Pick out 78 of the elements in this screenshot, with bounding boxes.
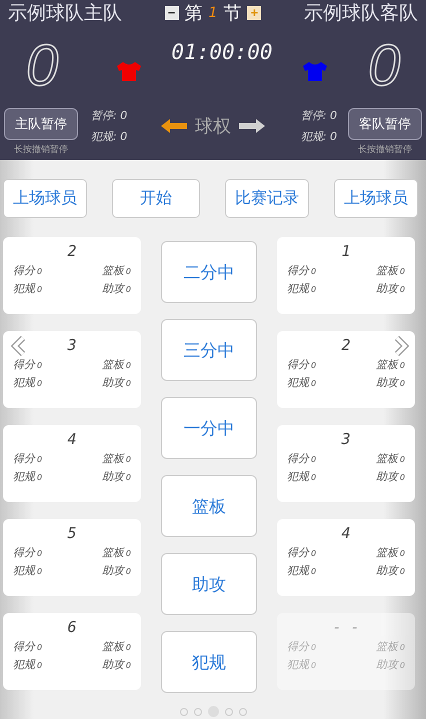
game-clock: 01:00:00 [170,40,274,64]
stat-text: 得分 0 [287,545,318,560]
right-arrow-icon[interactable] [239,119,265,133]
possession-label: 球权 [195,115,231,138]
stat-text: 犯规 0 [287,469,318,484]
stat-text: 犯规 0 [13,281,44,296]
stat-text: 犯规 0 [13,657,44,672]
action-button[interactable]: 三分中 [161,319,257,381]
jersey-number: 3 [341,430,351,450]
stat-text: 暂停: 0 [91,108,128,123]
stat-text: 篮板 0 [374,639,405,654]
page-dot[interactable] [180,708,188,716]
stat-text: 得分 0 [13,639,44,654]
stat-text: 犯规 0 [287,375,318,390]
stat-text: 犯规: 0 [91,129,128,144]
period-label: 第 [184,2,203,25]
chevron-left-icon[interactable] [10,335,26,357]
stat-text: 暂停: 0 [300,108,337,123]
chevron-right-icon[interactable] [394,335,410,357]
score-digit: 0 [368,32,402,98]
action-button[interactable]: 犯规 [161,631,257,693]
jersey-number: 5 [67,524,77,544]
left-arrow-icon[interactable] [161,119,187,133]
team-name: 示例球队主队 [8,1,122,26]
timeout-button[interactable]: 客队暂停 [348,108,422,140]
stat-text: 篮板 0 [374,263,405,278]
decrease-period-button[interactable]: − [164,6,179,20]
stat-text: 篮板 0 [374,451,405,466]
stat-text: 得分 0 [287,451,318,466]
team-name: 示例球队客队 [304,1,418,26]
stat-text: 篮板 0 [100,263,131,278]
period-number: 1 [208,5,218,21]
page-dot[interactable] [238,708,246,716]
stat-text: 篮板 0 [374,545,405,560]
action-button[interactable]: 助攻 [161,553,257,615]
stat-text: 得分 0 [287,639,318,654]
hint-text: 长按撤销暂停 [14,144,68,156]
stat-text: 篮板 0 [100,545,131,560]
stat-text: 犯规: 0 [300,129,337,144]
jersey-number: 4 [341,524,351,544]
stat-text: 犯规 0 [13,563,44,578]
stat-text: 犯规 0 [13,469,44,484]
stat-text: 篮板 0 [100,639,131,654]
jersey-number: 2 [67,242,77,262]
page-dot[interactable] [194,708,202,716]
jersey-number: 3 [67,336,77,356]
stat-text: 得分 0 [13,545,44,560]
stat-text: 得分 0 [287,357,318,372]
period-label: 节 [223,2,242,25]
jersey-icon [116,60,142,82]
score-digit: 0 [26,32,60,98]
jersey-number: 1 [341,242,351,262]
jersey-number: - - [332,618,360,638]
hint-text: 长按撤销暂停 [358,144,412,156]
action-button[interactable]: 一分中 [161,397,257,459]
jersey-number: 6 [67,618,77,638]
toolbar-button[interactable]: 上场球员 [3,179,87,218]
stat-text: 犯规 0 [287,657,318,672]
stat-text: 犯规 0 [287,281,318,296]
action-button[interactable]: 二分中 [161,241,257,303]
stat-text: 篮板 0 [100,451,131,466]
page-dot[interactable] [224,708,232,716]
stat-text: 犯规 0 [287,563,318,578]
toolbar-button[interactable]: 比赛记录 [225,179,309,218]
toolbar-button[interactable]: 开始 [112,179,200,218]
stat-text: 得分 0 [13,451,44,466]
jersey-icon [302,60,328,82]
stat-text: 得分 0 [13,357,44,372]
stat-text: 篮板 0 [100,357,131,372]
action-button[interactable]: 篮板 [161,475,257,537]
jersey-number: 2 [341,336,351,356]
jersey-number: 4 [67,430,77,450]
stat-text: 得分 0 [13,263,44,278]
stat-text: 犯规 0 [13,375,44,390]
timeout-button[interactable]: 主队暂停 [4,108,78,140]
stat-text: 篮板 0 [374,357,405,372]
stat-text: 得分 0 [287,263,318,278]
toolbar-button[interactable]: 上场球员 [334,179,418,218]
